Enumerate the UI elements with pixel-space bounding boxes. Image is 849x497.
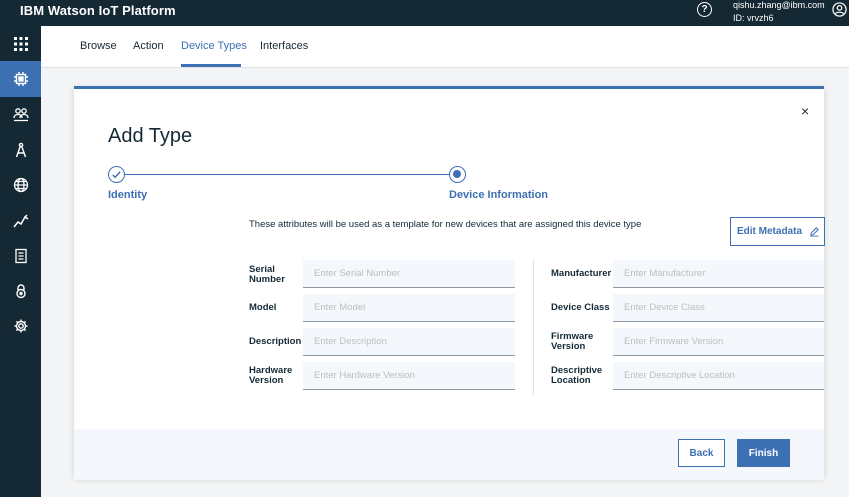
step-identity-label[interactable]: Identity [108, 189, 147, 201]
tab-interfaces[interactable]: Interfaces [260, 40, 308, 52]
finish-button[interactable]: Finish [737, 439, 790, 467]
step-identity-indicator[interactable] [108, 166, 125, 183]
sidebar-item-security[interactable] [0, 273, 41, 309]
model-label: Model [249, 302, 277, 313]
gear-icon [14, 319, 27, 333]
back-button[interactable]: Back [678, 439, 725, 467]
model-input[interactable] [303, 294, 515, 322]
user-email: qishu.zhang@ibm.com [733, 0, 825, 10]
user-avatar-icon[interactable] [832, 2, 847, 17]
sidebar-item-extensions[interactable] [0, 167, 41, 203]
document-icon [14, 248, 27, 264]
sidebar-item-members[interactable] [0, 96, 41, 132]
dialog-title: Add Type [108, 125, 193, 147]
sidebar-item-rules[interactable] [0, 132, 41, 168]
description-input[interactable] [303, 328, 515, 356]
add-type-dialog: × Add Type Identity Device Information T… [74, 86, 825, 480]
device-class-input[interactable] [613, 294, 824, 322]
tab-browse[interactable]: Browse [80, 40, 117, 52]
checkmark-icon [112, 171, 121, 179]
pencil-icon [810, 227, 819, 237]
compass-icon [15, 142, 26, 158]
hardware-version-label: Hardware Version [249, 365, 293, 386]
serial-number-input[interactable] [303, 260, 515, 288]
description-label: Description [249, 336, 302, 347]
hardware-version-input[interactable] [303, 362, 515, 390]
descriptive-location-input[interactable] [613, 362, 824, 390]
active-tab-indicator [181, 64, 241, 67]
serial-number-label: Serial Number [249, 264, 285, 285]
sidebar-item-settings[interactable] [0, 308, 41, 344]
sidebar-item-analytics[interactable] [0, 203, 41, 239]
help-icon[interactable]: ? [697, 2, 712, 17]
edit-metadata-label: Edit Metadata [737, 226, 803, 237]
firmware-version-input[interactable] [613, 328, 824, 356]
tab-action[interactable]: Action [133, 40, 164, 52]
members-icon [12, 108, 29, 122]
edit-metadata-button[interactable]: Edit Metadata [730, 217, 825, 246]
progress-line [123, 174, 450, 175]
top-bar: IBM Watson IoT Platform ? qishu.zhang@ib… [0, 0, 849, 26]
sidebar-item-reports[interactable] [0, 238, 41, 274]
apps-grid-icon [13, 37, 28, 51]
firmware-version-label: Firmware Version [551, 331, 594, 352]
tab-device-types[interactable]: Device Types [181, 40, 247, 52]
chip-icon [13, 72, 28, 86]
descriptive-location-label: Descriptive Location [551, 365, 603, 386]
close-icon[interactable]: × [801, 103, 809, 119]
sidebar-item-apps[interactable] [0, 26, 41, 62]
globe-icon [13, 177, 28, 193]
tab-bar: Browse Action Device Types Interfaces [41, 26, 849, 68]
info-text: These attributes will be used as a templ… [249, 219, 642, 230]
analytics-icon [12, 214, 28, 228]
step-device-information-indicator [449, 166, 466, 183]
brand-title[interactable]: IBM Watson IoT Platform [20, 3, 176, 18]
device-class-label: Device Class [551, 302, 610, 313]
manufacturer-label: Manufacturer [551, 268, 612, 279]
sidebar-item-devices[interactable] [0, 61, 41, 97]
manufacturer-input[interactable] [613, 260, 824, 288]
user-id: ID: vrvzh6 [733, 13, 774, 23]
column-divider [533, 259, 534, 395]
step-device-information-label: Device Information [449, 189, 549, 201]
lock-icon [15, 284, 26, 299]
current-step-dot [453, 170, 461, 178]
sidebar [0, 26, 41, 497]
